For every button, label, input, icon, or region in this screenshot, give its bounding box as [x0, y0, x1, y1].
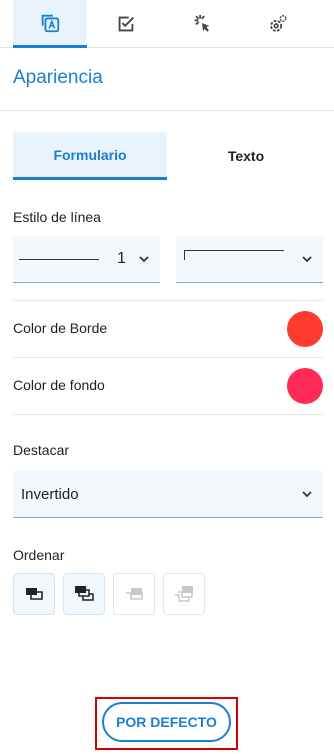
tab-text[interactable]: Texto — [169, 132, 323, 180]
line-width-select[interactable]: 1 — [13, 236, 160, 283]
send-backward-button — [113, 573, 155, 615]
bring-forward-icon — [26, 588, 43, 600]
order-label: Ordenar — [13, 547, 65, 563]
divider — [13, 300, 323, 301]
default-button[interactable]: POR DEFECTO — [102, 702, 231, 742]
tab-settings[interactable] — [241, 0, 315, 48]
line-width-value: 1 — [117, 250, 126, 267]
send-to-back-icon — [175, 586, 193, 602]
top-tab-bar — [0, 0, 334, 48]
appearance-icon — [41, 14, 60, 32]
section-title: Apariencia — [13, 67, 103, 88]
background-color-label: Color de fondo — [13, 377, 105, 393]
line-style-label: Estilo de línea — [13, 209, 101, 225]
tab-actions[interactable] — [165, 0, 239, 48]
bring-to-front-button[interactable] — [63, 573, 105, 615]
chevron-down-icon — [139, 256, 149, 263]
highlight-value: Invertido — [21, 486, 79, 503]
border-color-label: Color de Borde — [13, 320, 108, 336]
bring-forward-button[interactable] — [13, 573, 55, 615]
line-dash-sample — [184, 250, 284, 260]
chevron-down-icon — [302, 256, 312, 263]
divider — [13, 414, 323, 415]
click-icon — [194, 14, 210, 32]
background-color-swatch[interactable] — [287, 368, 323, 404]
line-width-sample — [19, 259, 99, 260]
chevron-down-icon — [302, 491, 312, 498]
sub-tab-bar: Formulario Texto — [13, 132, 323, 180]
send-to-back-button — [163, 573, 205, 615]
tab-form[interactable]: Formulario — [13, 132, 167, 180]
send-backward-icon — [126, 588, 143, 600]
divider — [13, 357, 323, 358]
bring-to-front-icon — [75, 586, 94, 601]
tab-appearance[interactable] — [13, 0, 87, 48]
line-dash-select[interactable] — [176, 236, 323, 283]
highlight-select[interactable]: Invertido — [13, 471, 323, 518]
tab-validation[interactable] — [89, 0, 163, 48]
gear-icon — [270, 15, 287, 32]
checkbox-icon — [118, 16, 134, 32]
divider — [0, 110, 334, 111]
highlight-label: Destacar — [13, 442, 70, 458]
border-color-swatch[interactable] — [287, 311, 323, 347]
